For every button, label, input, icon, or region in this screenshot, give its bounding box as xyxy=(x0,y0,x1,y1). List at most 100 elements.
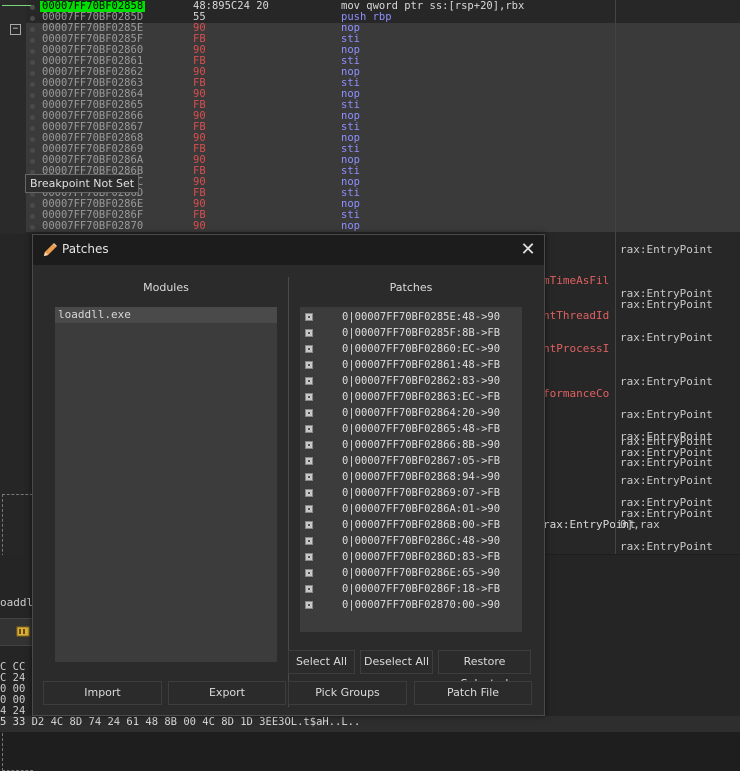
patch-row[interactable]: 0|00007FF70BF0285E:48->90 xyxy=(300,309,522,325)
patch-entry: 0|00007FF70BF0285F:8B->FB xyxy=(342,327,501,339)
patch-file-button[interactable]: Patch File xyxy=(414,681,532,705)
breakpoint-dot-icon[interactable] xyxy=(30,16,35,21)
patch-checkbox[interactable] xyxy=(305,553,313,561)
collapse-icon[interactable]: − xyxy=(10,24,21,35)
patch-row[interactable]: 0|00007FF70BF02869:07->FB xyxy=(300,485,522,501)
breakpoint-dot-icon[interactable] xyxy=(30,203,35,208)
patch-row[interactable]: 0|00007FF70BF02862:83->90 xyxy=(300,373,522,389)
patch-checkbox[interactable] xyxy=(305,489,313,497)
breakpoint-dot-icon[interactable] xyxy=(30,60,35,65)
patch-row[interactable]: 0|00007FF70BF0286D:83->FB xyxy=(300,549,522,565)
patch-checkbox[interactable] xyxy=(305,521,313,529)
select-all-button[interactable]: Select All xyxy=(288,650,355,674)
patches-list[interactable]: 0|00007FF70BF0285E:48->90 0|00007FF70BF02… xyxy=(300,307,522,632)
breakpoint-gutter[interactable] xyxy=(0,0,26,234)
patch-row[interactable]: 0|00007FF70BF02868:94->90 xyxy=(300,469,522,485)
modules-list[interactable]: loaddll.exe xyxy=(55,307,277,662)
breakpoint-dot-icon[interactable] xyxy=(30,137,35,142)
breakpoint-dot-icon[interactable] xyxy=(30,27,35,32)
patch-entry: 0|00007FF70BF02863:EC->FB xyxy=(342,391,501,403)
patch-row[interactable]: 0|00007FF70BF0285F:8B->FB xyxy=(300,325,522,341)
deselect-all-button[interactable]: Deselect All xyxy=(360,650,433,674)
patch-entry: 0|00007FF70BF0286C:48->90 xyxy=(342,535,501,547)
disassembly-rows: 00007FF70BF02858 48:895C24 20 mov qword pt… xyxy=(26,1,740,232)
breakpoint-dot-icon[interactable] xyxy=(30,49,35,54)
patch-checkbox[interactable] xyxy=(305,329,313,337)
module-item[interactable]: loaddll.exe xyxy=(55,307,277,323)
patch-checkbox[interactable] xyxy=(305,585,313,593)
comment-text: mTimeAsFil xyxy=(543,274,610,287)
breakpoint-dot-icon[interactable] xyxy=(30,126,35,131)
breakpoint-dot-icon[interactable] xyxy=(30,82,35,87)
patch-row[interactable]: 0|00007FF70BF02864:20->90 xyxy=(300,405,522,421)
dialog-title-bar[interactable]: Patches ✕ xyxy=(33,235,544,265)
patch-entry: 0|00007FF70BF02867:05->FB xyxy=(342,455,501,467)
patch-row[interactable]: 0|00007FF70BF02860:EC->90 xyxy=(300,341,522,357)
import-button[interactable]: Import xyxy=(43,681,162,705)
export-button[interactable]: Export xyxy=(168,681,286,705)
patch-row[interactable]: 0|00007FF70BF02867:05->FB xyxy=(300,453,522,469)
patch-checkbox[interactable] xyxy=(305,393,313,401)
tab-fragment[interactable]: oaddl xyxy=(0,596,33,614)
patch-checkbox[interactable] xyxy=(305,601,313,609)
patch-row[interactable]: 0|00007FF70BF0286B:00->FB xyxy=(300,517,522,533)
breakpoint-dot-icon[interactable] xyxy=(30,93,35,98)
disassembly-view[interactable]: − 00007FF70BF02858 48:895C24 20 mov qword … xyxy=(0,0,740,234)
patch-row[interactable]: 0|00007FF70BF0286F:18->FB xyxy=(300,581,522,597)
modules-header: Modules xyxy=(143,281,189,294)
patch-checkbox[interactable] xyxy=(305,425,313,433)
patch-row[interactable]: 0|00007FF70BF02863:EC->FB xyxy=(300,389,522,405)
row-instruction: nop xyxy=(341,220,360,232)
patch-entry: 0|00007FF70BF02870:00->90 xyxy=(342,599,501,611)
breakpoint-dot-icon[interactable] xyxy=(30,38,35,43)
patch-row[interactable]: 0|00007FF70BF02870:00->90 xyxy=(300,597,522,613)
patch-row[interactable]: 0|00007FF70BF0286E:65->90 xyxy=(300,565,522,581)
breakpoint-dot-icon[interactable] xyxy=(30,159,35,164)
toolbar-icon[interactable] xyxy=(16,625,32,639)
patch-row[interactable]: 0|00007FF70BF0286A:01->90 xyxy=(300,501,522,517)
breakpoint-dot-icon[interactable] xyxy=(30,115,35,120)
comments-column: rax:EntryPoint mTimeAsFil rax:EntryPoint ra… xyxy=(543,234,740,554)
breakpoint-dot-icon[interactable] xyxy=(30,225,35,230)
patch-row[interactable]: 0|00007FF70BF02865:48->FB xyxy=(300,421,522,437)
patch-checkbox[interactable] xyxy=(305,457,313,465)
patch-checkbox[interactable] xyxy=(305,569,313,577)
patch-checkbox[interactable] xyxy=(305,409,313,417)
patch-checkbox[interactable] xyxy=(305,473,313,481)
patch-entry: 0|00007FF70BF0286F:18->FB xyxy=(342,583,501,595)
comment-text: rax:EntryPoint xyxy=(543,518,636,531)
comment-text: rax:EntryPoint xyxy=(620,540,713,553)
patch-checkbox[interactable] xyxy=(305,361,313,369)
breakpoint-dot-icon[interactable] xyxy=(30,5,35,10)
pick-groups-button[interactable]: Pick Groups xyxy=(288,681,407,705)
patch-entry: 0|00007FF70BF02865:48->FB xyxy=(342,423,501,435)
breakpoint-dot-icon[interactable] xyxy=(30,148,35,153)
patches-dialog: Patches ✕ Modules Patches loaddll.exe 0|… xyxy=(32,234,545,716)
patch-row[interactable]: 0|00007FF70BF02861:48->FB xyxy=(300,357,522,373)
patch-checkbox[interactable] xyxy=(305,377,313,385)
hex-dump-line: 5 33 D2 4C 8D 74 24 61 48 8B 00 4C 8D 1D… xyxy=(0,716,740,732)
patch-checkbox[interactable] xyxy=(305,345,313,353)
patch-checkbox[interactable] xyxy=(305,505,313,513)
disasm-row[interactable]: 00007FF70BF02870 90 nop xyxy=(26,221,740,232)
patch-checkbox[interactable] xyxy=(305,537,313,545)
patch-row[interactable]: 0|00007FF70BF02866:8B->90 xyxy=(300,437,522,453)
restore-selected-button[interactable]: Restore Selected xyxy=(438,650,531,690)
row-bytes: 90 xyxy=(193,220,206,232)
column-divider xyxy=(615,234,616,554)
patch-checkbox[interactable] xyxy=(305,313,313,321)
close-button[interactable]: ✕ xyxy=(517,239,539,261)
comment-text: ntThreadId xyxy=(543,309,610,322)
breakpoint-tooltip: Breakpoint Not Set xyxy=(25,174,140,193)
patch-checkbox[interactable] xyxy=(305,441,313,449)
patch-entry: 0|00007FF70BF0286B:00->FB xyxy=(342,519,501,531)
patch-row[interactable]: 0|00007FF70BF0286C:48->90 xyxy=(300,533,522,549)
patch-entry: 0|00007FF70BF0286D:83->FB xyxy=(342,551,501,563)
patch-entry: 0|00007FF70BF02866:8B->90 xyxy=(342,439,501,451)
comment-text: rax:EntryPoint xyxy=(620,331,713,344)
breakpoint-dot-icon[interactable] xyxy=(30,104,35,109)
patch-entry: 0|00007FF70BF0285E:48->90 xyxy=(342,311,501,323)
breakpoint-dot-icon[interactable] xyxy=(30,71,35,76)
breakpoint-dot-icon[interactable] xyxy=(30,214,35,219)
dump-toolbar xyxy=(0,618,33,646)
